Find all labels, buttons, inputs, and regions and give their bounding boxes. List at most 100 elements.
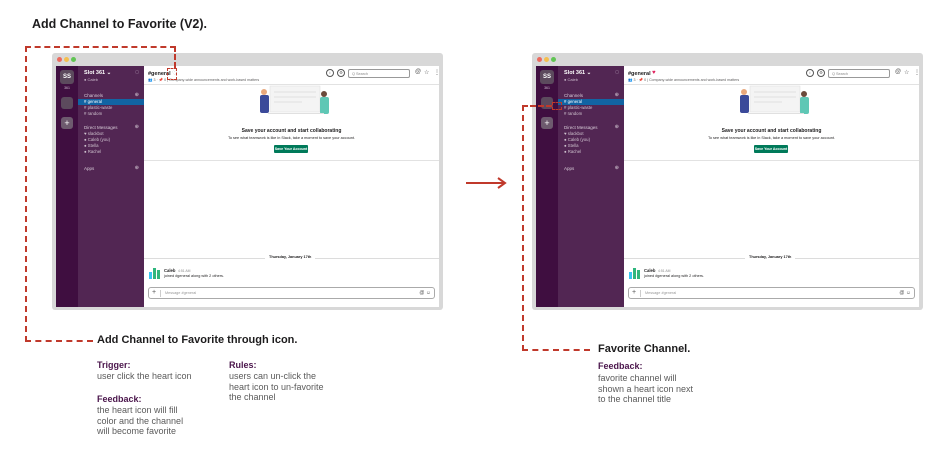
channel-main: #general ♥ 👥 3 · 📌 0 | Company-wide anno… — [624, 66, 919, 307]
bell-icon[interactable]: ◌ — [615, 69, 619, 76]
rules-label: Rules: — [229, 360, 257, 370]
channel-title[interactable]: #general — [628, 71, 651, 77]
message-author[interactable]: Caleb — [164, 268, 175, 273]
message-text: joined #general along with 2 others. — [644, 274, 704, 278]
mention-icon[interactable]: @ — [895, 69, 901, 75]
sidebar-section-channels[interactable]: Channels — [84, 93, 103, 98]
message-text: joined #general along with 2 others. — [164, 274, 224, 278]
annotation-title-add: Add Channel to Favorite through icon. — [97, 334, 298, 346]
workspace-name[interactable]: Slot 361 ⌄ — [564, 70, 591, 76]
callout-line — [25, 46, 176, 48]
channel-main: #general ♡ 👥 3 · 📌 0 | Company-wide anno… — [144, 66, 439, 307]
more-icon[interactable]: ⋮ — [434, 69, 439, 76]
message-composer[interactable]: + Message #general @ ☺ — [148, 287, 435, 299]
workspace-rail: SS 361 + — [56, 66, 78, 307]
sidebar-channel-random[interactable]: # random — [78, 111, 144, 117]
close-window-dot[interactable] — [537, 57, 542, 62]
mention-emoji-icons[interactable]: @ ☺ — [899, 290, 911, 296]
message-time[interactable]: 4:51 AM — [178, 269, 190, 273]
trigger-label: Trigger: — [97, 360, 131, 370]
add-app-icon[interactable]: ⊕ — [615, 165, 619, 171]
workspace-sub: 361 — [544, 86, 550, 90]
trigger-text: user click the heart icon — [97, 371, 192, 382]
feedback-text: favorite channel will shown a heart icon… — [598, 373, 693, 405]
search-input[interactable]: Q Search — [828, 69, 890, 78]
star-icon[interactable]: ☆ — [904, 69, 909, 76]
sidebar-channel-random[interactable]: # random — [558, 111, 624, 117]
details-icon[interactable]: i — [806, 69, 814, 77]
text-line: heart icon to un-favorite — [229, 381, 324, 392]
onboarding-body: To see what teamwork is like in Slack, t… — [227, 136, 356, 140]
attach-plus-icon[interactable]: + — [152, 289, 156, 296]
sidebar-dm[interactable]: ● Rachel — [78, 149, 144, 155]
close-window-dot[interactable] — [57, 57, 62, 62]
text-line: the heart icon will fill — [97, 405, 178, 415]
add-dm-icon[interactable]: ⊕ — [135, 124, 139, 130]
star-icon[interactable]: ☆ — [424, 69, 429, 76]
screenshot-before: SS 361 + Slot 361 ⌄ ● Caleb ◌ Channels ⊕… — [52, 53, 443, 310]
text-line: to the channel title — [598, 394, 672, 404]
date-divider: Thursday, January 17th — [745, 255, 796, 259]
onboarding-divider — [624, 160, 919, 161]
save-account-button[interactable]: Save Your Account — [274, 145, 308, 153]
add-dm-icon[interactable]: ⊕ — [615, 124, 619, 130]
mention-emoji-icons[interactable]: @ ☺ — [419, 290, 431, 296]
attach-plus-icon[interactable]: + — [632, 289, 636, 296]
text-line: the channel — [229, 392, 276, 402]
workspace-icon[interactable]: SS — [540, 70, 554, 84]
onboarding-divider — [144, 160, 439, 161]
avatar[interactable] — [629, 268, 640, 279]
date-divider: Thursday, January 17th — [265, 255, 316, 259]
text-line: favorite channel will — [598, 373, 677, 383]
window-titlebar — [52, 53, 443, 64]
avatar[interactable] — [149, 268, 160, 279]
sidebar-dm[interactable]: ● Rachel — [558, 149, 624, 155]
save-account-button[interactable]: Save Your Account — [754, 145, 788, 153]
bell-icon[interactable]: ◌ — [135, 69, 139, 76]
text-line: users can un-click the — [229, 371, 317, 381]
text-line: color and the channel — [97, 415, 184, 426]
onboarding-body: To see what teamwork is like in Slack, t… — [707, 136, 836, 140]
workspace-name[interactable]: Slot 361 ⌄ — [84, 70, 111, 76]
more-icon[interactable]: ⋮ — [914, 69, 919, 76]
settings-icon[interactable]: ⚙ — [817, 69, 825, 77]
details-icon[interactable]: i — [326, 69, 334, 77]
sidebar-section-dms[interactable]: Direct Messages — [564, 125, 598, 130]
feedback-text: the heart icon will fill color and the c… — [97, 405, 183, 437]
user-status: ● Caleb — [84, 77, 98, 82]
message-composer[interactable]: + Message #general @ ☺ — [628, 287, 915, 299]
text-line: user click the heart icon — [97, 371, 192, 381]
zoom-window-dot[interactable] — [71, 57, 76, 62]
slack-window: SS 361 + Slot 361 ⌄ ● Caleb ◌ Channels ⊕… — [536, 66, 919, 307]
mention-icon[interactable]: @ — [415, 69, 421, 75]
settings-icon[interactable]: ⚙ — [337, 69, 345, 77]
add-app-icon[interactable]: ⊕ — [135, 165, 139, 171]
search-input[interactable]: Q Search — [348, 69, 410, 78]
sidebar: Slot 361 ⌄ ● Caleb ◌ Channels ⊕ # genera… — [558, 66, 624, 307]
composer-placeholder: Message #general — [165, 291, 197, 295]
heart-filled-icon[interactable]: ♥ — [652, 70, 656, 76]
message-author[interactable]: Caleb — [644, 268, 655, 273]
minimize-window-dot[interactable] — [544, 57, 549, 62]
add-workspace-icon[interactable]: + — [61, 117, 73, 129]
callout-line — [522, 349, 590, 351]
callout-line — [522, 105, 524, 351]
add-channel-icon[interactable]: ⊕ — [615, 92, 619, 98]
slack-window: SS 361 + Slot 361 ⌄ ● Caleb ◌ Channels ⊕… — [56, 66, 439, 307]
sidebar-section-apps[interactable]: Apps — [564, 166, 574, 171]
composer-separator — [160, 290, 161, 297]
sidebar-section-apps[interactable]: Apps — [84, 166, 94, 171]
zoom-window-dot[interactable] — [551, 57, 556, 62]
message-time[interactable]: 4:51 AM — [658, 269, 670, 273]
screenshot-after: SS 361 + Slot 361 ⌄ ● Caleb ◌ Channels ⊕… — [532, 53, 923, 310]
sidebar-section-dms[interactable]: Direct Messages — [84, 125, 118, 130]
rail-home-icon[interactable] — [61, 97, 73, 109]
add-channel-icon[interactable]: ⊕ — [135, 92, 139, 98]
minimize-window-dot[interactable] — [64, 57, 69, 62]
sidebar: Slot 361 ⌄ ● Caleb ◌ Channels ⊕ # genera… — [78, 66, 144, 307]
callout-line — [25, 340, 93, 342]
sidebar-section-channels[interactable]: Channels — [564, 93, 583, 98]
add-workspace-icon[interactable]: + — [541, 117, 553, 129]
workspace-icon[interactable]: SS — [60, 70, 74, 84]
callout-line — [25, 46, 27, 342]
